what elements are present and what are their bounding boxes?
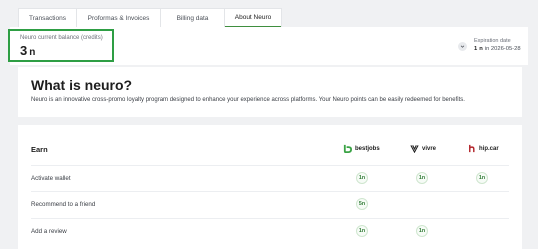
credit-pill: 1n [476,172,488,184]
earn-row-label: Activate wallet [31,175,71,182]
bestjobs-logo-icon [343,144,352,153]
earn-row-label: Recommend to a friend [31,201,96,208]
earn-row-label: Add a review [31,228,67,235]
brand-vivre: vivre [410,144,436,153]
neuro-unit-icon: n [479,46,483,52]
tab-proformas-invoices[interactable]: Proformas & Invoices [77,9,161,27]
expiration-date: in 2026-05-28 [484,46,521,52]
intro-text: Neuro is an innovative cross-promo loyal… [31,97,465,103]
divider [31,165,509,166]
neuro-unit-icon: n [29,47,36,58]
balance-amount: 3 [20,43,28,58]
credit-pill: 5n [356,198,368,210]
balance-value: 3 n [20,43,35,58]
balance-label: Neuro current balance (credits) [20,35,103,41]
expiry-expand-button[interactable] [458,42,467,51]
chevron-down-icon [460,45,465,48]
brand-name: bestjobs [355,145,380,152]
brand-hipcar: hip.car [468,144,499,153]
intro-title: What is neuro? [31,77,133,93]
credit-pill: 1n [416,225,428,237]
hipcar-logo-icon [469,144,475,153]
brand-name: hip.car [479,145,499,152]
vivre-logo-icon [410,145,419,153]
credit-pill: 1n [356,225,368,237]
tab-transactions[interactable]: Transactions [19,9,77,27]
tab-billing-data[interactable]: Billing data [161,9,225,27]
credit-pill: 1n [416,172,428,184]
balance-card: Neuro current balance (credits) 3 n [8,29,114,62]
expiration-value: 1n in 2026-05-28 [474,46,521,52]
expiration-amount: 1 [474,46,478,52]
brand-bestjobs: bestjobs [343,144,380,153]
brand-name: vivre [422,145,437,152]
earn-title: Earn [31,145,48,154]
earn-card: Earn bestjobs vivre hip.car Activate wal… [18,125,522,249]
divider [31,218,509,219]
tab-bar: Transactions Proformas & Invoices Billin… [18,8,282,27]
credit-pill: 1n [356,172,368,184]
tab-about-neuro[interactable]: About Neuro [225,9,281,27]
divider [31,191,509,192]
expiration-label: Expiration date [474,38,511,44]
intro-card: What is neuro? Neuro is an innovative cr… [18,67,522,117]
